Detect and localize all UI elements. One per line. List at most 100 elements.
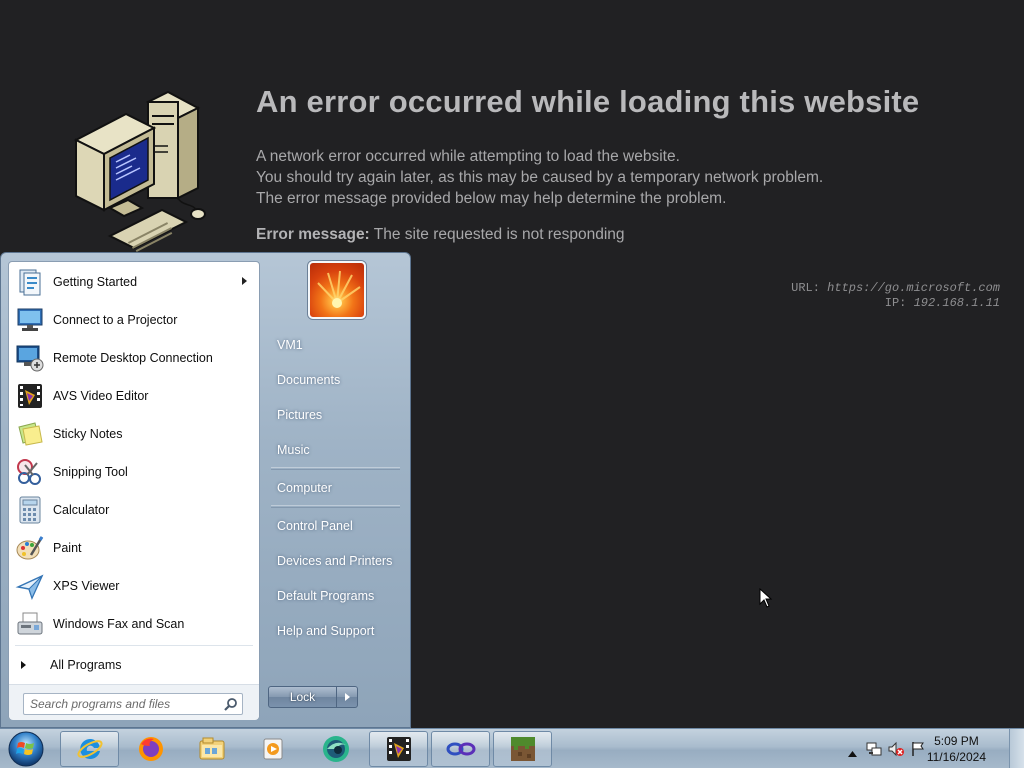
program-getting-started[interactable]: Getting Started bbox=[9, 263, 259, 301]
program-label: Remote Desktop Connection bbox=[53, 351, 213, 365]
search-icon[interactable] bbox=[223, 697, 238, 712]
all-programs-label: All Programs bbox=[50, 658, 122, 672]
error-line: You should try again later, as this may … bbox=[256, 169, 824, 186]
start-menu: Getting Started Connect to a Projector R… bbox=[0, 252, 411, 728]
place-help-support[interactable]: Help and Support bbox=[263, 613, 408, 648]
error-title: An error occurred while loading this web… bbox=[256, 84, 920, 119]
program-calculator[interactable]: Calculator bbox=[9, 491, 259, 529]
place-pictures[interactable]: Pictures bbox=[263, 397, 408, 432]
program-label: Getting Started bbox=[53, 275, 138, 289]
program-label: Snipping Tool bbox=[53, 465, 128, 479]
lock-button[interactable]: Lock bbox=[269, 687, 337, 707]
video-editor-icon bbox=[13, 379, 47, 413]
taskbar-file-explorer[interactable] bbox=[182, 731, 241, 767]
program-label: Calculator bbox=[53, 503, 110, 517]
url-label: URL: bbox=[791, 281, 828, 295]
projector-icon bbox=[13, 303, 47, 337]
video-editor-icon bbox=[386, 737, 411, 761]
taskbar-firefox[interactable] bbox=[121, 731, 180, 767]
chevron-right-icon bbox=[344, 693, 350, 701]
program-remote-desktop[interactable]: Remote Desktop Connection bbox=[9, 339, 259, 377]
program-label: XPS Viewer bbox=[53, 579, 120, 593]
error-info: URL: https://go.microsoft.com IP: 192.16… bbox=[791, 281, 1000, 311]
error-line: The error message provided below may hel… bbox=[256, 190, 727, 207]
start-menu-programs-pane: Getting Started Connect to a Projector R… bbox=[8, 261, 260, 720]
internet-explorer-icon bbox=[76, 738, 103, 759]
firefox-icon bbox=[138, 737, 163, 761]
program-label: Windows Fax and Scan bbox=[53, 617, 185, 631]
place-music[interactable]: Music bbox=[263, 432, 408, 467]
place-devices-printers[interactable]: Devices and Printers bbox=[263, 543, 408, 578]
pinned-programs-list: Getting Started Connect to a Projector R… bbox=[9, 263, 259, 643]
getting-started-icon bbox=[13, 265, 47, 299]
clock-time: 5:09 PM bbox=[934, 734, 979, 748]
error-message-label: Error message: bbox=[256, 226, 370, 243]
submenu-arrow-icon[interactable] bbox=[242, 277, 247, 285]
url-value: https://go.microsoft.com bbox=[827, 281, 1000, 295]
separator bbox=[15, 645, 253, 646]
ip-value: 192.168.1.11 bbox=[913, 296, 1000, 310]
search-input[interactable] bbox=[30, 697, 220, 711]
all-programs-button[interactable]: All Programs bbox=[9, 650, 259, 680]
taskbar-browser-app[interactable] bbox=[306, 731, 365, 767]
search-box[interactable] bbox=[23, 693, 243, 715]
minecraft-icon bbox=[510, 737, 535, 761]
error-description: A network error occurred while attemptin… bbox=[256, 146, 823, 209]
program-snipping-tool[interactable]: Snipping Tool bbox=[9, 453, 259, 491]
taskbar: 5:09 PM 11/16/2024 bbox=[0, 728, 1024, 768]
program-xps-viewer[interactable]: XPS Viewer bbox=[9, 567, 259, 605]
show-desktop-button[interactable] bbox=[1009, 729, 1024, 768]
taskbar-video-editor[interactable] bbox=[369, 731, 428, 767]
start-button[interactable] bbox=[4, 730, 48, 768]
chevron-up-icon bbox=[848, 751, 857, 757]
place-control-panel[interactable]: Control Panel bbox=[263, 508, 408, 543]
show-hidden-icons-button[interactable] bbox=[848, 744, 857, 762]
browser-app-icon bbox=[322, 736, 349, 762]
program-label: Paint bbox=[53, 541, 82, 555]
ip-label: IP: bbox=[884, 296, 914, 310]
error-ip: IP: 192.168.1.11 bbox=[791, 296, 1000, 311]
file-explorer-icon bbox=[199, 737, 224, 760]
sticky-notes-icon bbox=[13, 417, 47, 451]
lock-button-group: Lock bbox=[268, 686, 358, 708]
error-line: A network error occurred while attemptin… bbox=[256, 148, 680, 165]
computer-illustration-icon bbox=[73, 90, 206, 252]
action-center-flag-icon[interactable] bbox=[910, 741, 926, 762]
taskbar-link-app[interactable] bbox=[431, 731, 490, 767]
program-connect-projector[interactable]: Connect to a Projector bbox=[9, 301, 259, 339]
taskbar-internet-explorer[interactable] bbox=[60, 731, 119, 767]
fax-scan-icon bbox=[13, 607, 47, 641]
program-sticky-notes[interactable]: Sticky Notes bbox=[9, 415, 259, 453]
start-menu-places: VM1 Documents Pictures Music Computer Co… bbox=[263, 327, 408, 648]
paint-icon bbox=[13, 531, 47, 565]
remote-desktop-icon bbox=[13, 341, 47, 375]
program-label: Sticky Notes bbox=[53, 427, 123, 441]
flower-icon bbox=[317, 270, 361, 308]
clock-date: 11/16/2024 bbox=[926, 750, 986, 764]
taskbar-minecraft[interactable] bbox=[493, 731, 552, 767]
calculator-icon bbox=[13, 493, 47, 527]
program-avs-video-editor[interactable]: AVS Video Editor bbox=[9, 377, 259, 415]
xps-viewer-icon bbox=[13, 569, 47, 603]
volume-muted-icon[interactable] bbox=[888, 741, 904, 762]
place-documents[interactable]: Documents bbox=[263, 362, 408, 397]
system-tray: 5:09 PM 11/16/2024 bbox=[834, 729, 1024, 768]
mouse-cursor-icon bbox=[759, 588, 773, 608]
chevron-right-icon bbox=[21, 661, 26, 669]
place-default-programs[interactable]: Default Programs bbox=[263, 578, 408, 613]
program-paint[interactable]: Paint bbox=[9, 529, 259, 567]
place-user-folder[interactable]: VM1 bbox=[263, 327, 408, 362]
error-url: URL: https://go.microsoft.com bbox=[791, 281, 1000, 296]
place-computer[interactable]: Computer bbox=[263, 470, 408, 505]
program-label: Connect to a Projector bbox=[53, 313, 178, 327]
power-options-button[interactable] bbox=[337, 687, 357, 707]
taskbar-media-player[interactable] bbox=[243, 731, 302, 767]
search-area bbox=[9, 684, 259, 720]
windows-logo-icon bbox=[8, 731, 44, 767]
clock[interactable]: 5:09 PM 11/16/2024 bbox=[927, 733, 986, 765]
link-app-icon bbox=[446, 742, 475, 756]
network-icon[interactable] bbox=[866, 741, 882, 762]
program-fax-scan[interactable]: Windows Fax and Scan bbox=[9, 605, 259, 643]
program-label: AVS Video Editor bbox=[53, 389, 149, 403]
user-picture-avatar[interactable] bbox=[308, 261, 366, 319]
